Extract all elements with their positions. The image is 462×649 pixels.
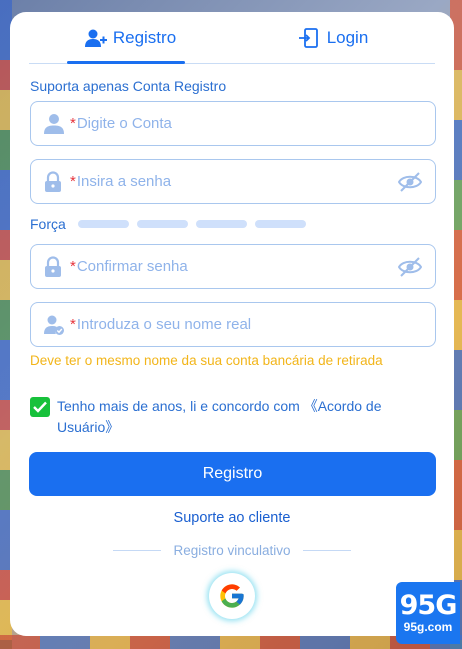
add-user-icon <box>84 28 107 48</box>
strength-bar <box>254 220 306 228</box>
binding-divider: Registro vinculativo <box>113 543 351 558</box>
real-name-placeholder: Introduza o seu nome real <box>76 316 252 333</box>
password-strength: Força <box>30 216 306 232</box>
real-name-input[interactable]: * Introduza o seu nome real <box>30 302 436 347</box>
eye-hidden-icon[interactable] <box>397 171 423 193</box>
auth-tabs: Registro Login <box>29 12 435 64</box>
register-dialog: Registro Login Suporta apenas Conta Regi… <box>10 12 454 636</box>
account-placeholder: Digite o Conta <box>76 115 172 132</box>
brand-logo-text: 95G <box>399 590 458 621</box>
lock-icon <box>44 255 64 278</box>
strength-label: Força <box>30 216 66 232</box>
confirm-password-input[interactable]: * Confirmar senha <box>30 244 436 289</box>
brand-logo: 95G 95g.com <box>396 582 460 644</box>
required-mark: * <box>70 316 76 333</box>
required-mark: * <box>70 173 76 190</box>
password-placeholder: Insira a senha <box>76 173 172 190</box>
background-strip-bottom <box>0 635 462 649</box>
tab-login-label: Login <box>326 27 369 47</box>
confirm-placeholder: Confirmar senha <box>76 258 188 275</box>
password-input[interactable]: * Insira a senha <box>30 159 436 204</box>
divider-text: Registro vinculativo <box>173 543 291 558</box>
register-button[interactable]: Registro <box>29 452 436 496</box>
tab-registro-label: Registro <box>112 27 177 47</box>
divider-line <box>113 550 162 551</box>
tab-login[interactable]: Login <box>232 12 435 63</box>
required-mark: * <box>70 115 76 132</box>
google-login-button[interactable] <box>209 573 255 619</box>
login-door-icon <box>298 27 321 48</box>
strength-bar <box>195 220 247 228</box>
account-input[interactable]: * Digite o Conta <box>30 101 436 146</box>
agreement-row: Tenho mais de anos, li e concordo com 《A… <box>30 396 430 438</box>
required-mark: * <box>70 258 76 275</box>
agreement-checkbox[interactable] <box>30 397 50 417</box>
eye-hidden-icon[interactable] <box>397 256 423 278</box>
customer-support-link[interactable]: Suporte ao cliente <box>10 510 454 526</box>
brand-logo-domain: 95g.com <box>403 620 453 634</box>
checkmark-icon <box>33 401 47 413</box>
google-icon <box>220 584 244 608</box>
agreement-text[interactable]: Tenho mais de anos, li e concordo com 《A… <box>57 396 430 438</box>
real-name-warning: Deve ter o mesmo nome da sua conta bancá… <box>30 353 383 368</box>
strength-bar <box>77 220 129 228</box>
tab-registro[interactable]: Registro <box>29 12 232 64</box>
divider-line <box>302 550 351 551</box>
strength-bar <box>136 220 188 228</box>
user-icon <box>44 113 64 135</box>
account-type-hint: Suporta apenas Conta Registro <box>30 78 227 94</box>
lock-icon <box>44 170 64 193</box>
verified-user-icon <box>44 314 64 336</box>
